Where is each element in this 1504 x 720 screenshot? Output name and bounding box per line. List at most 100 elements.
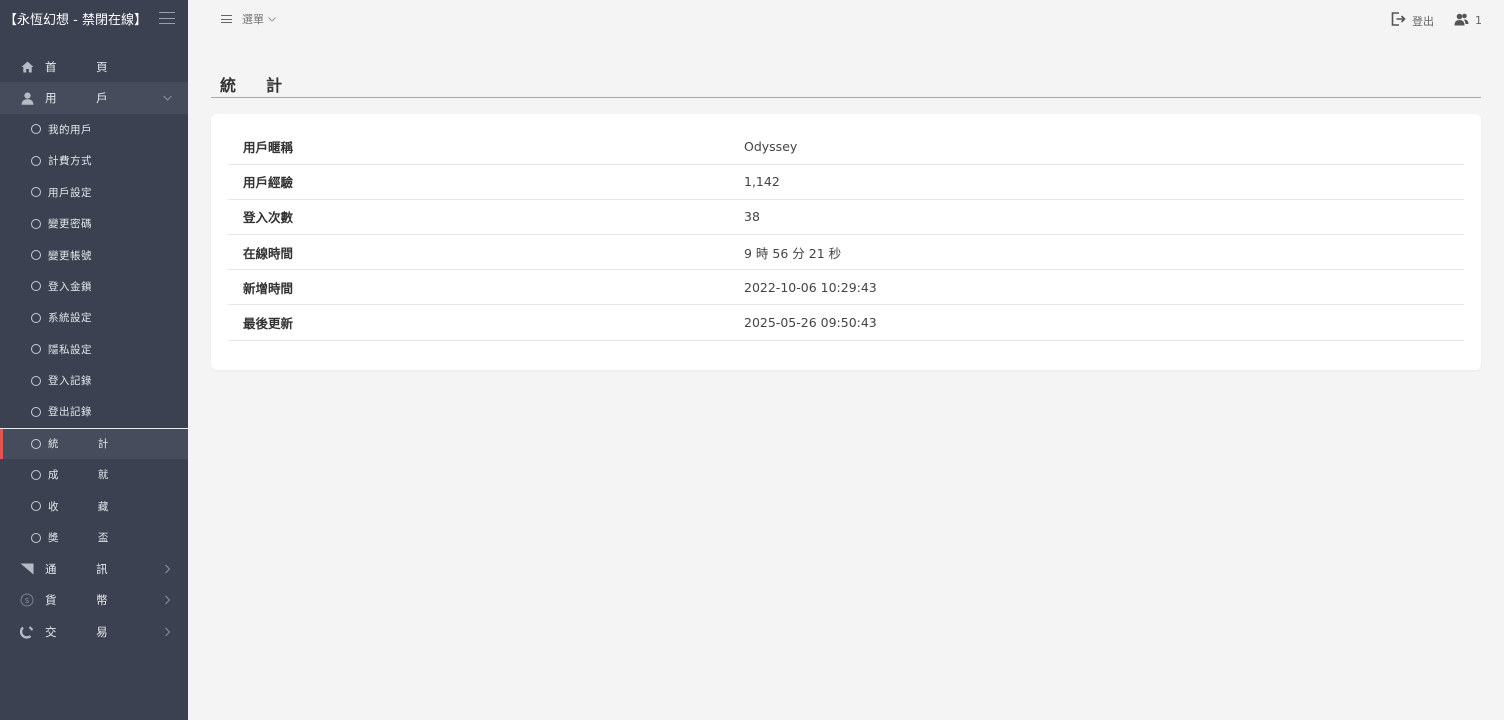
sidebar-item-notice[interactable]: 通 訊 xyxy=(0,553,188,584)
circle-icon xyxy=(31,375,41,386)
sidebar-subitem-change-account[interactable]: 變更帳號 xyxy=(0,239,188,270)
megaphone-icon xyxy=(20,562,34,576)
coin-icon: $ xyxy=(20,593,34,607)
sidebar-item-currency[interactable]: $ 貨 幣 xyxy=(0,585,188,616)
sidebar-item-label: 交 易 xyxy=(45,624,126,639)
stat-value: 2022-10-06 10:29:43 xyxy=(728,269,1464,306)
sidebar-subitem-trophies[interactable]: 獎 盃 xyxy=(0,522,188,553)
users-icon xyxy=(1454,11,1469,30)
sidebar-subitem-system-settings[interactable]: 系統設定 xyxy=(0,302,188,333)
circle-icon xyxy=(31,501,41,512)
chevron-right-icon xyxy=(163,627,172,637)
chevron-down-icon xyxy=(268,15,276,23)
sidebar-item-label: 用 戶 xyxy=(45,91,126,106)
online-users-button[interactable]: 1 xyxy=(1454,11,1482,30)
sidebar-subitem-label: 成 就 xyxy=(48,469,127,482)
sidebar-subitem-privacy-settings[interactable]: 隱私設定 xyxy=(0,334,188,365)
table-row: 用戶暱稱 Odyssey xyxy=(228,129,1464,165)
stats-table: 用戶暱稱 Odyssey 用戶經驗 1,142 登入次數 38 在線時間 9 時… xyxy=(228,129,1464,341)
table-row: 新增時間 2022-10-06 10:29:43 xyxy=(228,269,1464,306)
circle-icon xyxy=(31,406,41,417)
table-row: 最後更新 2025-05-26 09:50:43 xyxy=(228,304,1464,341)
sidebar-subitem-label: 登入金鎖 xyxy=(48,280,92,293)
sidebar-item-label: 通 訊 xyxy=(45,561,126,576)
stat-label: 最後更新 xyxy=(228,304,728,341)
sidebar-item-trade[interactable]: 交 易 xyxy=(0,616,188,647)
stat-value: 38 xyxy=(728,199,1464,236)
sidebar-item-home[interactable]: 首 頁 xyxy=(0,51,188,82)
stat-label: 用戶經驗 xyxy=(228,164,728,200)
stat-value: 1,142 xyxy=(728,164,1464,200)
table-row: 登入次數 38 xyxy=(228,199,1464,236)
table-row: 在線時間 9 時 56 分 21 秒 xyxy=(228,234,1464,271)
sidebar-subitem-logout-records[interactable]: 登出記錄 xyxy=(0,396,188,427)
sidebar-subitem-label: 變更密碼 xyxy=(48,218,92,231)
sidebar-subitem-label: 統 計 xyxy=(48,438,127,451)
circle-icon xyxy=(31,187,41,198)
stat-label: 新增時間 xyxy=(228,269,728,306)
menu-label: 選單 xyxy=(242,13,264,26)
menu-button[interactable]: 選單 xyxy=(221,11,276,27)
top-header: 選單 登出 1 xyxy=(188,0,1504,36)
logout-label: 登出 xyxy=(1412,14,1434,28)
stat-label: 登入次數 xyxy=(228,199,728,236)
sidebar-toggle-icon[interactable] xyxy=(159,12,175,24)
circle-icon xyxy=(31,532,41,543)
magnet-icon xyxy=(20,625,34,639)
user-icon xyxy=(20,91,34,105)
stat-value: 9 時 56 分 21 秒 xyxy=(728,234,1464,271)
sidebar-subitem-label: 變更帳號 xyxy=(48,249,92,262)
sidebar-subitem-billing[interactable]: 計費方式 xyxy=(0,145,188,176)
circle-icon xyxy=(31,124,41,135)
sidebar-item-label: 首 頁 xyxy=(45,59,126,74)
chevron-right-icon xyxy=(163,595,172,605)
sidebar-subitem-login-records[interactable]: 登入記錄 xyxy=(0,365,188,396)
sidebar-subitem-achievements[interactable]: 成 就 xyxy=(0,459,188,490)
sidebar-nav: 首 頁 用 戶 我的用戶 計費方式 用戶設定 變更密碼 變更帳號 登入金鎖 系統… xyxy=(0,51,188,647)
sidebar-subitem-label: 我的用戶 xyxy=(48,123,92,136)
logout-icon xyxy=(1391,11,1406,30)
logout-button[interactable]: 登出 xyxy=(1391,11,1434,30)
sidebar-item-user[interactable]: 用 戶 xyxy=(0,82,188,114)
sidebar-subitem-login-lock[interactable]: 登入金鎖 xyxy=(0,271,188,302)
sidebar-subitem-label: 獎 盃 xyxy=(48,532,127,545)
circle-icon xyxy=(31,250,41,261)
svg-text:$: $ xyxy=(24,596,29,605)
page-title: 統計 xyxy=(220,76,313,95)
sidebar-subitem-change-password[interactable]: 變更密碼 xyxy=(0,208,188,239)
header-actions: 登出 1 xyxy=(1391,11,1482,30)
sidebar-subitem-label: 系統設定 xyxy=(48,312,92,325)
sidebar-subitem-label: 登入記錄 xyxy=(48,375,92,388)
circle-icon xyxy=(31,281,41,292)
brand: 【永恆幻想 - 禁閉在線】 xyxy=(0,0,188,36)
home-icon xyxy=(20,60,34,74)
sidebar-subitem-user-settings[interactable]: 用戶設定 xyxy=(0,177,188,208)
circle-icon xyxy=(31,218,41,229)
sidebar-subitem-label: 計費方式 xyxy=(48,155,92,168)
stat-label: 用戶暱稱 xyxy=(228,129,728,165)
circle-icon xyxy=(31,312,41,323)
stat-label: 在線時間 xyxy=(228,234,728,271)
table-row: 用戶經驗 1,142 xyxy=(228,164,1464,200)
sidebar: 【永恆幻想 - 禁閉在線】 首 頁 用 戶 我的用戶 計費方式 用戶設定 變更密… xyxy=(0,0,188,720)
stat-value: Odyssey xyxy=(728,129,1464,165)
circle-icon xyxy=(31,155,41,166)
sidebar-subitem-collection[interactable]: 收 藏 xyxy=(0,490,188,521)
circle-icon xyxy=(31,344,41,355)
chevron-right-icon xyxy=(163,564,172,574)
sidebar-subitem-my-users[interactable]: 我的用戶 xyxy=(0,114,188,145)
sidebar-subitem-label: 隱私設定 xyxy=(48,343,92,356)
sidebar-subitem-label: 用戶設定 xyxy=(48,186,92,199)
sidebar-subitem-statistics[interactable]: 統 計 xyxy=(0,427,188,460)
stat-value: 2025-05-26 09:50:43 xyxy=(728,304,1464,341)
circle-icon xyxy=(31,438,41,449)
online-count: 1 xyxy=(1475,14,1482,27)
sidebar-subitem-label: 登出記錄 xyxy=(48,406,92,419)
stats-card: 用戶暱稱 Odyssey 用戶經驗 1,142 登入次數 38 在線時間 9 時… xyxy=(211,114,1481,370)
brand-title: 【永恆幻想 - 禁閉在線】 xyxy=(4,12,147,28)
menu-icon xyxy=(221,15,232,23)
title-divider xyxy=(211,97,1481,98)
circle-icon xyxy=(31,469,41,480)
sidebar-subitem-label: 收 藏 xyxy=(48,500,127,513)
chevron-down-icon xyxy=(163,94,172,103)
